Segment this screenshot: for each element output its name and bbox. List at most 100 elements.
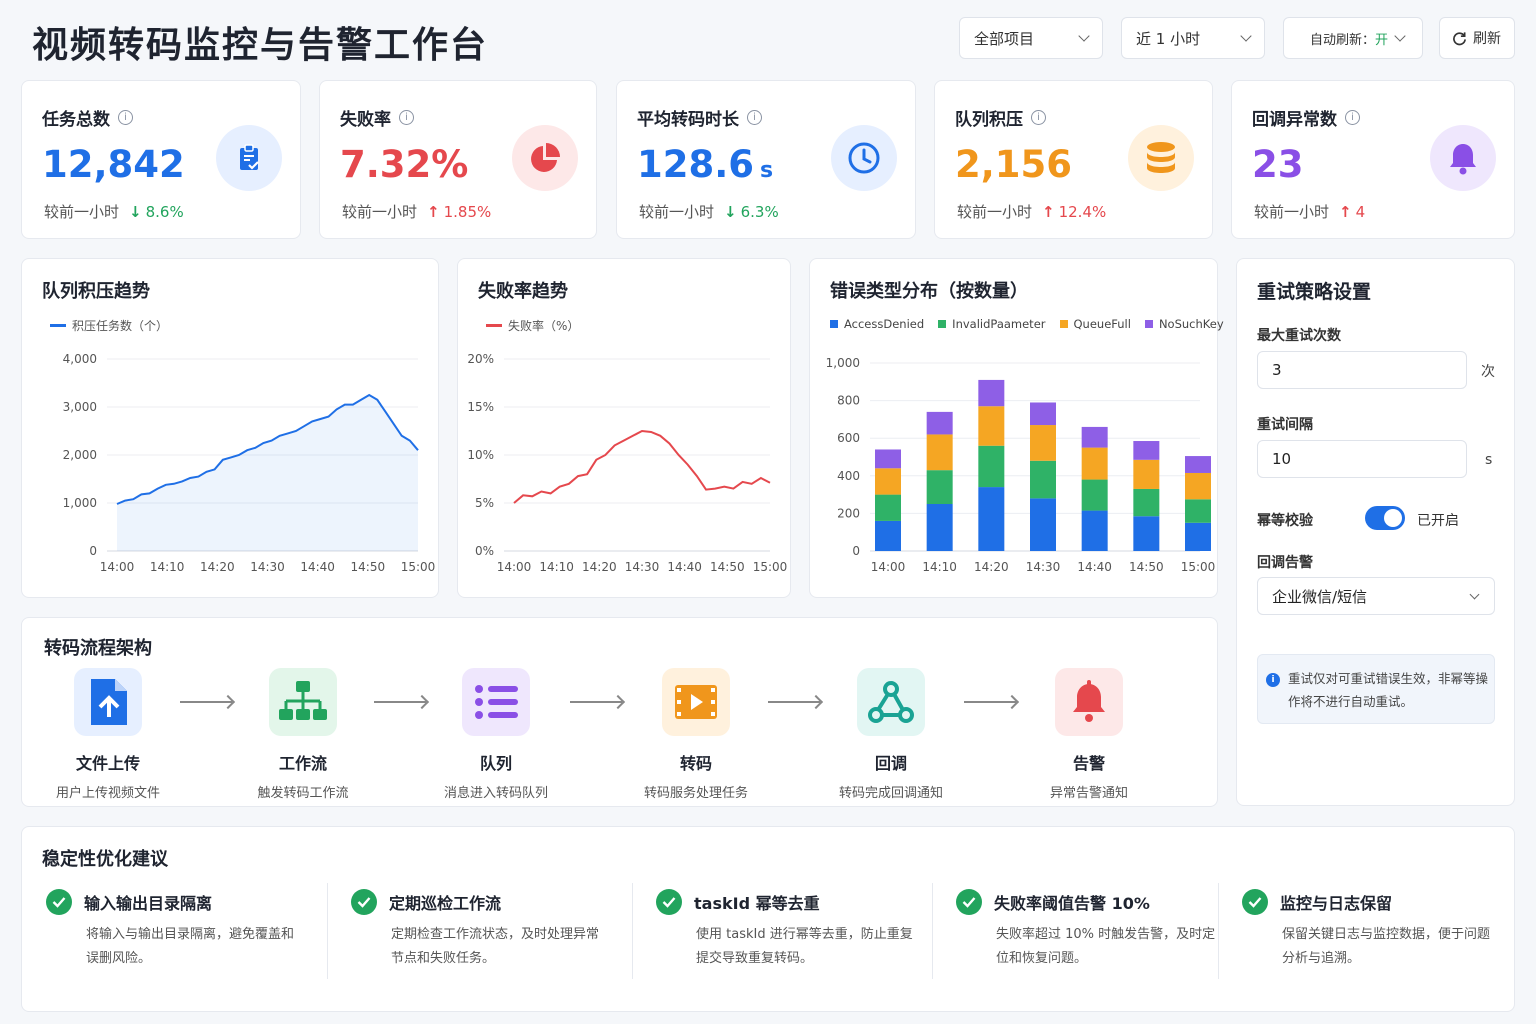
kpi-label-text: 回调异常数	[1252, 110, 1337, 130]
bar-segment[interactable]	[1030, 402, 1056, 426]
flow-step[interactable]: 告警 异常告警通知	[1009, 668, 1169, 801]
legend-swatch	[50, 324, 66, 327]
info-icon[interactable]: i	[1031, 110, 1046, 125]
bar-segment[interactable]	[978, 406, 1005, 446]
bar-segment[interactable]	[1081, 479, 1108, 511]
queue-trend-chart: 4,000 3,000 2,000 1,000 014:00 14:10 14:20 14:3…	[63, 352, 436, 574]
queue-trend-card: 队列积压趋势 积压任务数（个） 4,000 3,000 2,000 1,000 0 14:…	[21, 258, 439, 598]
idempotency-toggle[interactable]	[1365, 506, 1405, 530]
bar-segment[interactable]	[978, 487, 1005, 551]
bar-segment[interactable]	[1133, 516, 1160, 551]
suggestions-card: 稳定性优化建议 输入输出目录隔离 将输入与输出目录隔离，避免覆盖和误删风险。 定…	[21, 826, 1515, 1012]
bar-segment[interactable]	[875, 468, 901, 495]
bar-segment[interactable]	[875, 494, 901, 521]
info-icon[interactable]: i	[747, 110, 762, 125]
page-title: 视频转码监控与告警工作台	[32, 25, 489, 66]
bar-segment[interactable]	[875, 449, 901, 469]
flow-step-name: 工作流	[278, 754, 327, 773]
kpi-delta: 12.4%	[1058, 202, 1107, 221]
bar-segment[interactable]	[1133, 441, 1160, 460]
kpi-compare: 较前一小时 ↑ 12.4%	[957, 201, 1106, 222]
arrow-up-icon: ↑	[1339, 202, 1352, 221]
x-tick-label: 14:20	[200, 560, 235, 574]
bar-segment[interactable]	[1030, 498, 1056, 551]
kpi-value: 2,156	[955, 143, 1078, 186]
flow-step-name: 转码	[679, 754, 712, 773]
pie-chart-icon	[512, 125, 578, 191]
suggestion-head: 输入输出目录隔离	[84, 894, 213, 913]
bar-segment[interactable]	[926, 434, 953, 471]
bar-segment[interactable]	[978, 445, 1005, 488]
bar-segment[interactable]	[1185, 472, 1211, 500]
flow-step[interactable]: 转码 转码服务处理任务	[616, 668, 776, 801]
bar-segment[interactable]	[875, 520, 901, 551]
y-tick-label: 1,000	[63, 496, 97, 510]
info-icon[interactable]: i	[118, 110, 133, 125]
error-type-card: 错误类型分布（按数量） AccessDenied InvalidPaameter Q…	[809, 258, 1224, 598]
flow-step[interactable]: 队列 消息进入转码队列	[416, 668, 576, 801]
kpi-value-text: 12,842	[42, 143, 185, 186]
retry-interval-value: 10	[1272, 450, 1292, 468]
kpi-compare-label: 较前一小时	[957, 203, 1033, 221]
bar-segment[interactable]	[926, 504, 953, 551]
arrow-up-icon: ↑	[427, 202, 440, 221]
flow-step[interactable]: 回调 转码完成回调通知	[811, 668, 971, 801]
kpi-label-text: 队列积压	[955, 110, 1023, 130]
legend-item: NoSuchKey	[1144, 317, 1224, 331]
bar-segment[interactable]	[926, 470, 953, 504]
legend-label: InvalidPaameter	[952, 317, 1046, 331]
kpi-unit: s	[760, 158, 774, 183]
max-retry-input[interactable]: 3	[1257, 351, 1467, 389]
project-select[interactable]: 全部项目	[959, 17, 1103, 59]
bell-icon	[1055, 668, 1123, 736]
time-range-select[interactable]: 近 1 小时	[1121, 17, 1265, 59]
error-type-chart: 1,000 800 600 400 200 0 14:00 14:10 14:20 14:30 14…	[826, 356, 1216, 574]
retry-title: 重试策略设置	[1257, 281, 1372, 303]
kpi-card: 回调异常数 i 23 较前一小时 ↑ 4	[1231, 80, 1515, 239]
x-tick-label: 15:00	[401, 560, 436, 574]
bar-segment[interactable]	[978, 379, 1005, 407]
bar-segment[interactable]	[1081, 447, 1108, 480]
kpi-value: 7.32%	[340, 143, 474, 186]
bar-segment[interactable]	[1185, 456, 1211, 473]
callback-alert-select[interactable]: 企业微信/短信	[1257, 577, 1495, 615]
flow-step[interactable]: 工作流 触发转码工作流	[223, 668, 383, 801]
bar-segment[interactable]	[1081, 510, 1108, 551]
auto-refresh-select[interactable]: 自动刷新： 开	[1283, 17, 1423, 59]
chevron-down-icon	[1394, 30, 1406, 42]
refresh-button[interactable]: 刷新	[1439, 17, 1515, 59]
legend-item: AccessDenied	[830, 317, 924, 331]
bar-segment[interactable]	[1030, 425, 1056, 461]
refresh-icon	[1453, 31, 1466, 45]
bar-segment[interactable]	[926, 411, 953, 435]
retry-settings-card: 重试策略设置 最大重试次数 3 次 重试间隔 10 s 幂等校验 已开启 回调告…	[1236, 258, 1515, 806]
legend-label: QueueFull	[1073, 317, 1131, 331]
bar-segment[interactable]	[1081, 426, 1108, 448]
bar-segment[interactable]	[1133, 488, 1160, 517]
idempotency-label: 幂等校验	[1257, 513, 1313, 529]
legend-swatch	[1144, 320, 1153, 328]
kpi-compare: 较前一小时 ↓ 6.3%	[639, 201, 779, 222]
info-icon[interactable]: i	[1345, 110, 1360, 125]
flow-card: 转码流程架构 文件上传 用户上传视频文件 工作流 触发转码工作流 队列 消息进入…	[21, 617, 1218, 807]
bar-segment[interactable]	[1185, 499, 1211, 523]
kpi-value: 23	[1252, 143, 1310, 186]
suggestion-text: 将输入与输出目录隔离，避免覆盖和误删风险。	[86, 927, 295, 966]
suggestion-item: 输入输出目录隔离 将输入与输出目录隔离，避免覆盖和误删风险。	[46, 889, 306, 971]
flow-step[interactable]: 文件上传 用户上传视频文件	[28, 668, 188, 801]
series-line	[513, 429, 771, 504]
x-tick-label: 14:00	[497, 560, 532, 574]
retry-interval-input[interactable]: 10	[1257, 440, 1467, 478]
kpi-compare: 较前一小时 ↑ 1.85%	[342, 201, 491, 222]
bar-segment[interactable]	[1133, 459, 1160, 489]
legend-label: 积压任务数（个）	[72, 319, 169, 333]
bar-segment[interactable]	[1030, 460, 1056, 499]
failure-trend-chart: 20% 15% 10% 5% 0%14:00 14:10 14:20 14:30 14:40 14…	[467, 352, 787, 574]
check-circle-icon	[351, 889, 377, 915]
failure-trend-title: 失败率趋势	[478, 281, 568, 302]
bar-segment[interactable]	[1185, 522, 1211, 551]
info-icon[interactable]: i	[399, 110, 414, 125]
legend-swatch	[1059, 320, 1068, 328]
arrow-up-icon: ↑	[1042, 202, 1055, 221]
legend-label: NoSuchKey	[1158, 317, 1224, 331]
